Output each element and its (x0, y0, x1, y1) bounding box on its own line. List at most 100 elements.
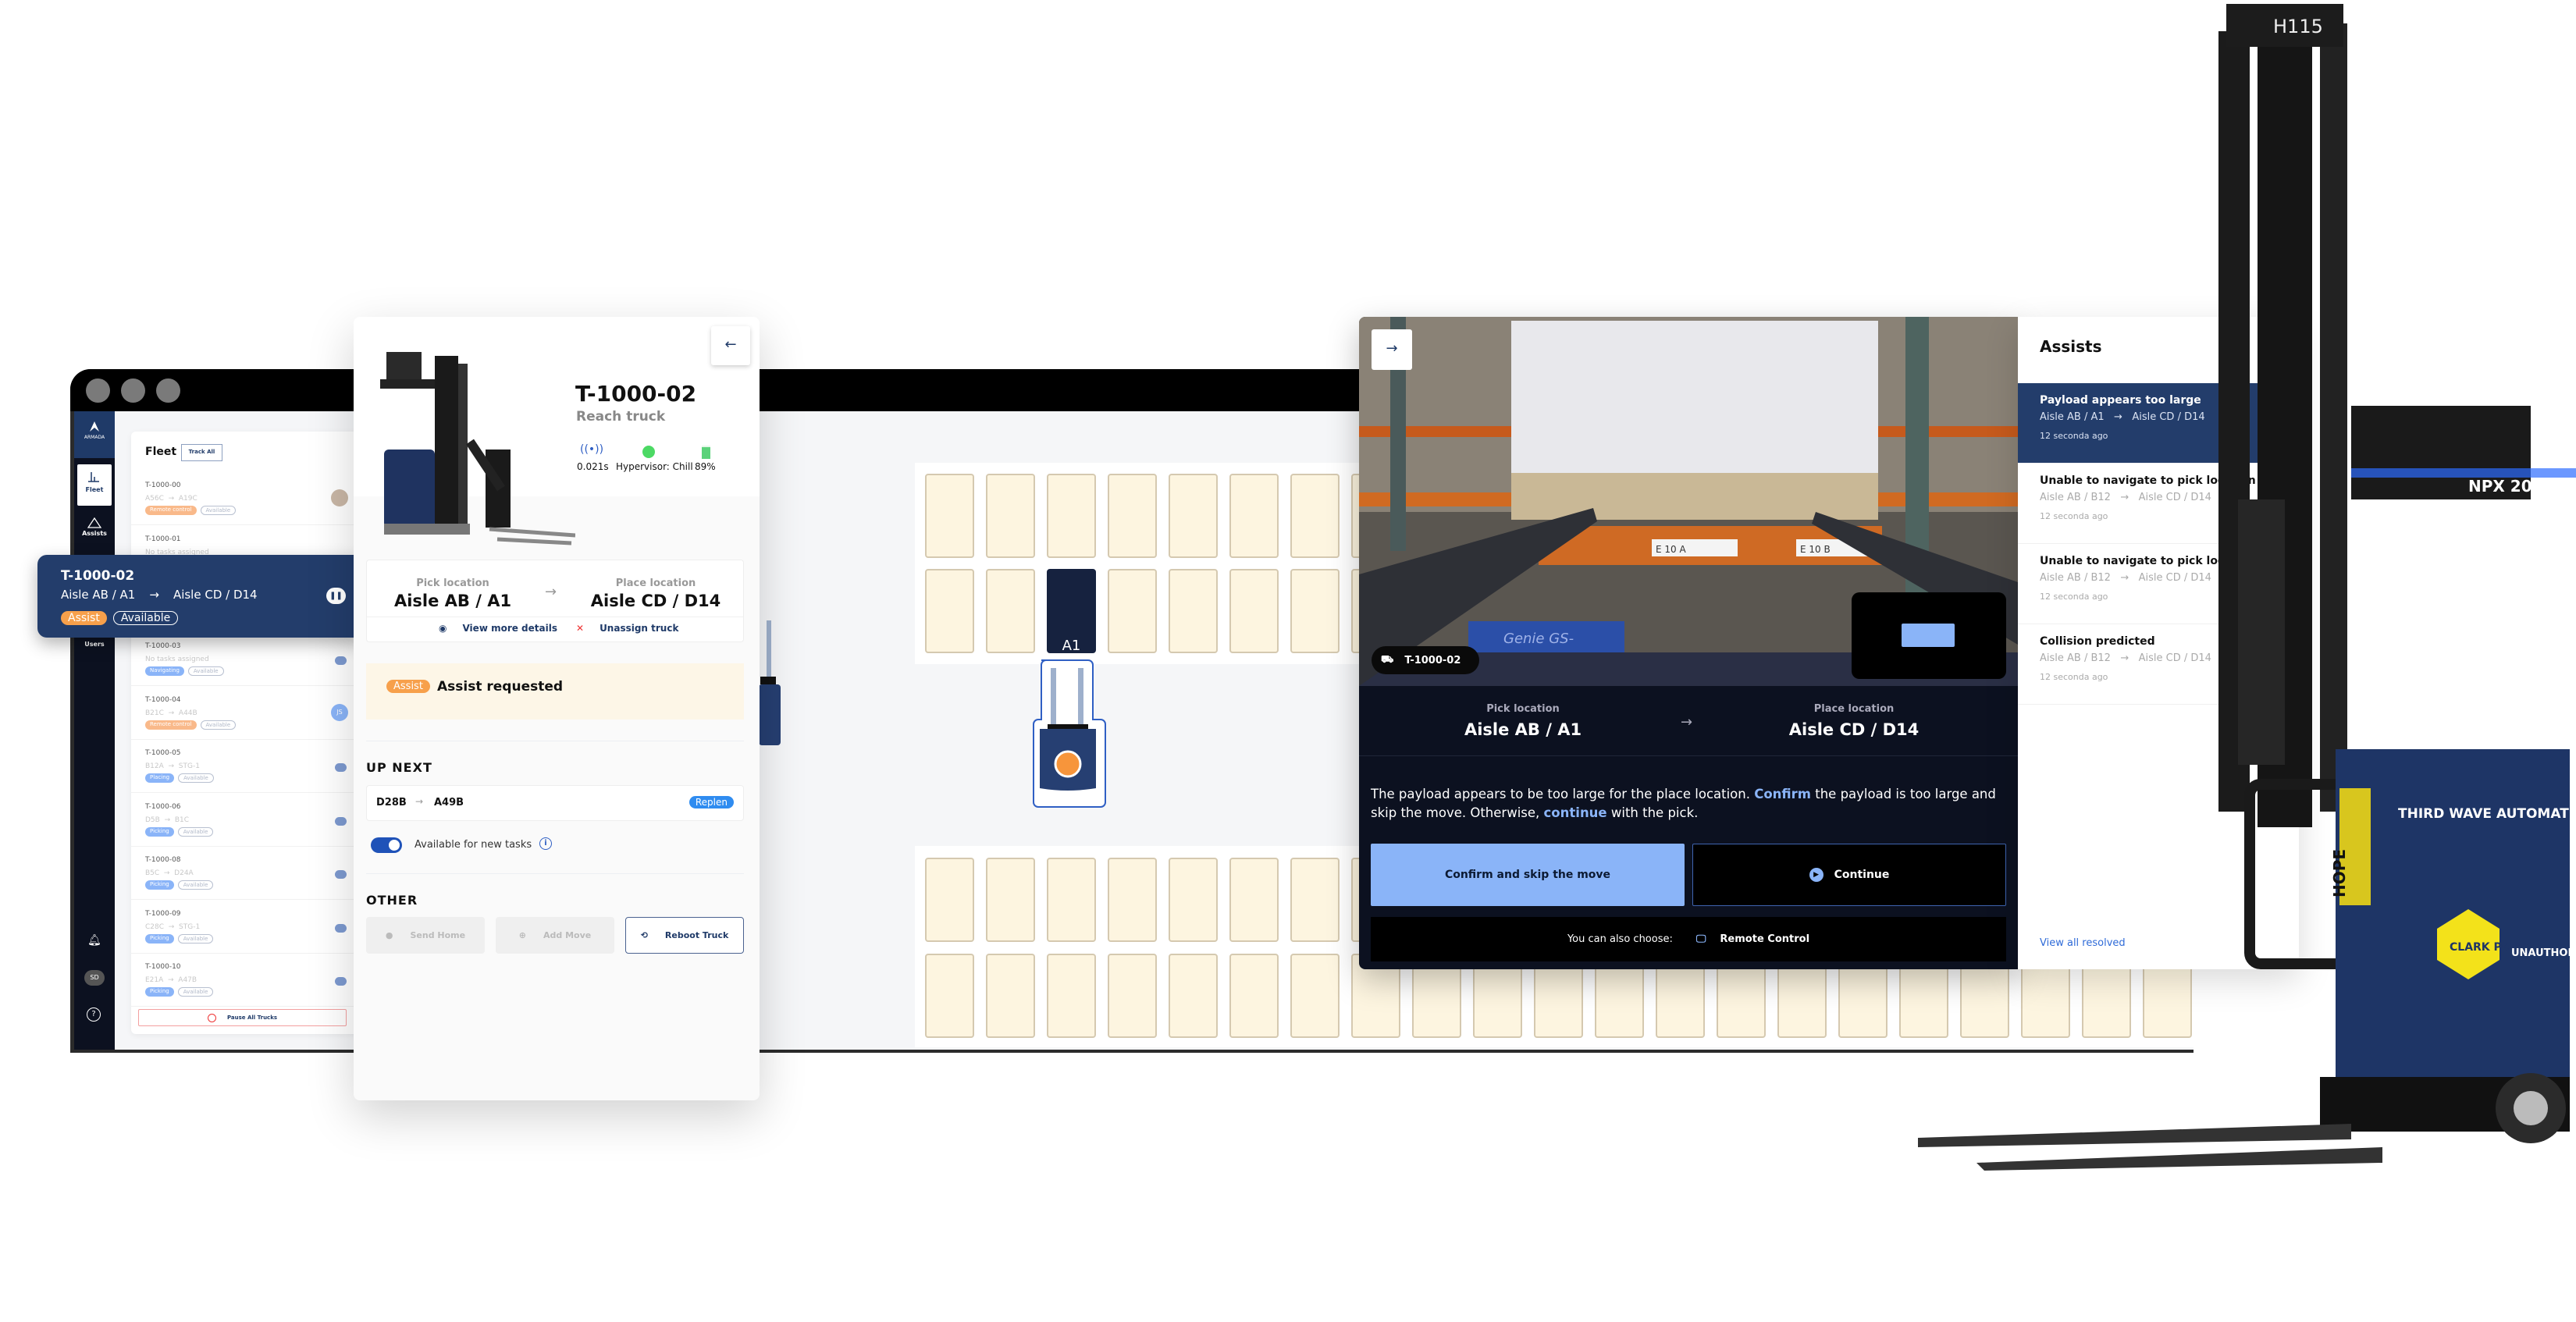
pick-label: Pick location (1359, 703, 1687, 715)
shelf-cell[interactable] (925, 858, 974, 942)
truck-route: E21A → A47B (145, 976, 197, 984)
window-control-maximize[interactable] (156, 378, 180, 403)
pause-truck-button[interactable]: ❚❚ (326, 588, 346, 604)
window-control-minimize[interactable] (121, 378, 145, 403)
latency-value: 0.021s (577, 461, 609, 472)
shelf-cell[interactable] (1290, 954, 1340, 1038)
shelf-cell[interactable] (986, 858, 1035, 942)
truck-id: T-1000-08 (145, 856, 181, 864)
view-details-link[interactable]: ◉View more details (439, 623, 557, 634)
message-text: with the pick. (1607, 805, 1699, 820)
shelf-cell[interactable] (1229, 858, 1279, 942)
status-badge: Remote control (145, 506, 197, 515)
pause-truck-button[interactable] (335, 924, 347, 933)
status-badge: Available (178, 773, 214, 783)
send-home-button[interactable]: ●Send Home (366, 917, 485, 954)
fleet-row[interactable]: T-1000-03No tasks assignedNavigatingAvai… (131, 633, 365, 686)
track-all-button[interactable]: Track All (181, 444, 222, 461)
shelf-cell[interactable] (1047, 858, 1096, 942)
shelf-cell[interactable] (1229, 954, 1279, 1038)
availability-toggle[interactable] (371, 837, 402, 853)
truck-marker-partial[interactable] (759, 620, 782, 749)
fleet-row[interactable]: T-1000-04B21C → A44BRemote controlAvaila… (131, 687, 365, 740)
status-badge: Navigating (145, 666, 184, 676)
status-badge: Available (178, 827, 214, 837)
wifi-icon: ((•)) (580, 443, 603, 456)
truck-id: T-1000-00 (145, 482, 181, 489)
truck-id: T-1000-06 (145, 803, 181, 811)
status-badge: Placing (145, 773, 174, 783)
truck-id: T-1000-01 (145, 535, 181, 543)
unassign-truck-link[interactable]: ✕Unassign truck (576, 623, 678, 634)
truck-id: T-1000-10 (145, 963, 181, 971)
pause-truck-button[interactable] (335, 977, 347, 986)
fleet-row[interactable]: T-1000-00A56C → A19CRemote controlAvaila… (131, 472, 365, 525)
pause-all-label: Pause All Trucks (227, 1015, 277, 1021)
pause-truck-button[interactable] (335, 817, 347, 826)
back-button[interactable]: ← (711, 326, 750, 365)
fleet-row[interactable]: T-1000-10E21A → A47BPickingAvailable (131, 954, 365, 1007)
remote-control-link[interactable]: 🖵Remote Control (1696, 933, 1809, 945)
bell-icon[interactable]: 🔔︎ (87, 934, 101, 947)
shelf-cell[interactable] (1108, 858, 1157, 942)
place-label: Place location (570, 577, 742, 589)
shelf-cell[interactable] (1290, 858, 1340, 942)
shelf-cell[interactable] (1169, 954, 1218, 1038)
confirm-skip-button[interactable]: Confirm and skip the move (1371, 844, 1685, 906)
pause-all-trucks-button[interactable]: Pause All Trucks (138, 1009, 347, 1026)
sidebar-item-assists[interactable]: Assists (77, 517, 112, 537)
fleet-row[interactable]: T-1000-08B5C → D24APickingAvailable (131, 847, 365, 900)
shelf-cell[interactable] (1169, 569, 1218, 653)
truck-marker[interactable] (1029, 657, 1113, 810)
truck-id: T-1000-03 (145, 642, 181, 650)
fleet-row[interactable]: T-1000-05B12A → STG-1PlacingAvailable (131, 740, 365, 793)
shelf-cell[interactable] (986, 954, 1035, 1038)
avatar[interactable]: SD (84, 970, 105, 986)
toggle-label: Available for new tasks (415, 839, 532, 851)
window-control-close[interactable] (86, 378, 110, 403)
shelf-cell[interactable] (1290, 474, 1340, 558)
shelf-cell[interactable] (1047, 474, 1096, 558)
add-move-button[interactable]: ⊕Add Move (496, 917, 614, 954)
sidebar-item-users[interactable]: Users (77, 641, 112, 648)
pause-truck-button[interactable] (335, 870, 347, 879)
up-next-task[interactable]: D28B → A49B Replen (366, 785, 744, 821)
shelf-cell[interactable] (1169, 474, 1218, 558)
assist-banner[interactable]: Assist Assist requested (366, 663, 744, 720)
brand-text: THIRD WAVE AUTOMATION (2398, 806, 2576, 822)
shelf-cell[interactable] (1108, 954, 1157, 1038)
pause-truck-button[interactable] (335, 763, 347, 772)
truck-note: No tasks assigned (145, 656, 209, 663)
truck-route: A56C → A19C (145, 495, 197, 503)
unassign-label: Unassign truck (600, 623, 678, 634)
shelf-cell[interactable] (925, 569, 974, 653)
help-icon[interactable]: ? (87, 1007, 101, 1022)
shelf-cell[interactable] (1108, 474, 1157, 558)
shelf-cell[interactable] (1229, 569, 1279, 653)
sidebar-item-fleet[interactable]: Fleet (77, 464, 112, 506)
shelf-cell[interactable] (1229, 474, 1279, 558)
selected-truck-card[interactable]: T-1000-02 Aisle AB / A1→Aisle CD / D14 A… (37, 555, 366, 638)
shelf-cell[interactable] (986, 569, 1035, 653)
reboot-truck-button[interactable]: ⟲Reboot Truck (625, 917, 744, 954)
sidebar-item-label: Fleet (77, 486, 112, 493)
shelf-cell[interactable] (1108, 569, 1157, 653)
play-icon: ▶ (1809, 868, 1823, 882)
location-pin-icon: ● (386, 930, 393, 940)
shelf-cell[interactable] (925, 474, 974, 558)
shelf-cell[interactable] (925, 954, 974, 1038)
status-badge: Remote control (145, 720, 197, 730)
fleet-row[interactable]: T-1000-06D5B → B1CPickingAvailable (131, 794, 365, 847)
shelf-cell[interactable] (986, 474, 1035, 558)
warning-text: UNAUTHORIZED RIDING PROHIBITED (2511, 947, 2576, 959)
sidebar-item-label: Assists (77, 530, 112, 537)
pause-truck-button[interactable] (335, 656, 347, 665)
shelf-cell[interactable] (1290, 569, 1340, 653)
shelf-cell[interactable] (1047, 954, 1096, 1038)
fleet-row[interactable]: T-1000-09C28C → STG-1PickingAvailable (131, 901, 365, 954)
shelf-cell[interactable] (1169, 858, 1218, 942)
pick-value: Aisle AB / A1 (1359, 720, 1687, 739)
truck-type: Reach truck (576, 409, 665, 425)
forward-button[interactable]: → (1372, 329, 1412, 370)
info-icon[interactable]: i (539, 837, 552, 850)
